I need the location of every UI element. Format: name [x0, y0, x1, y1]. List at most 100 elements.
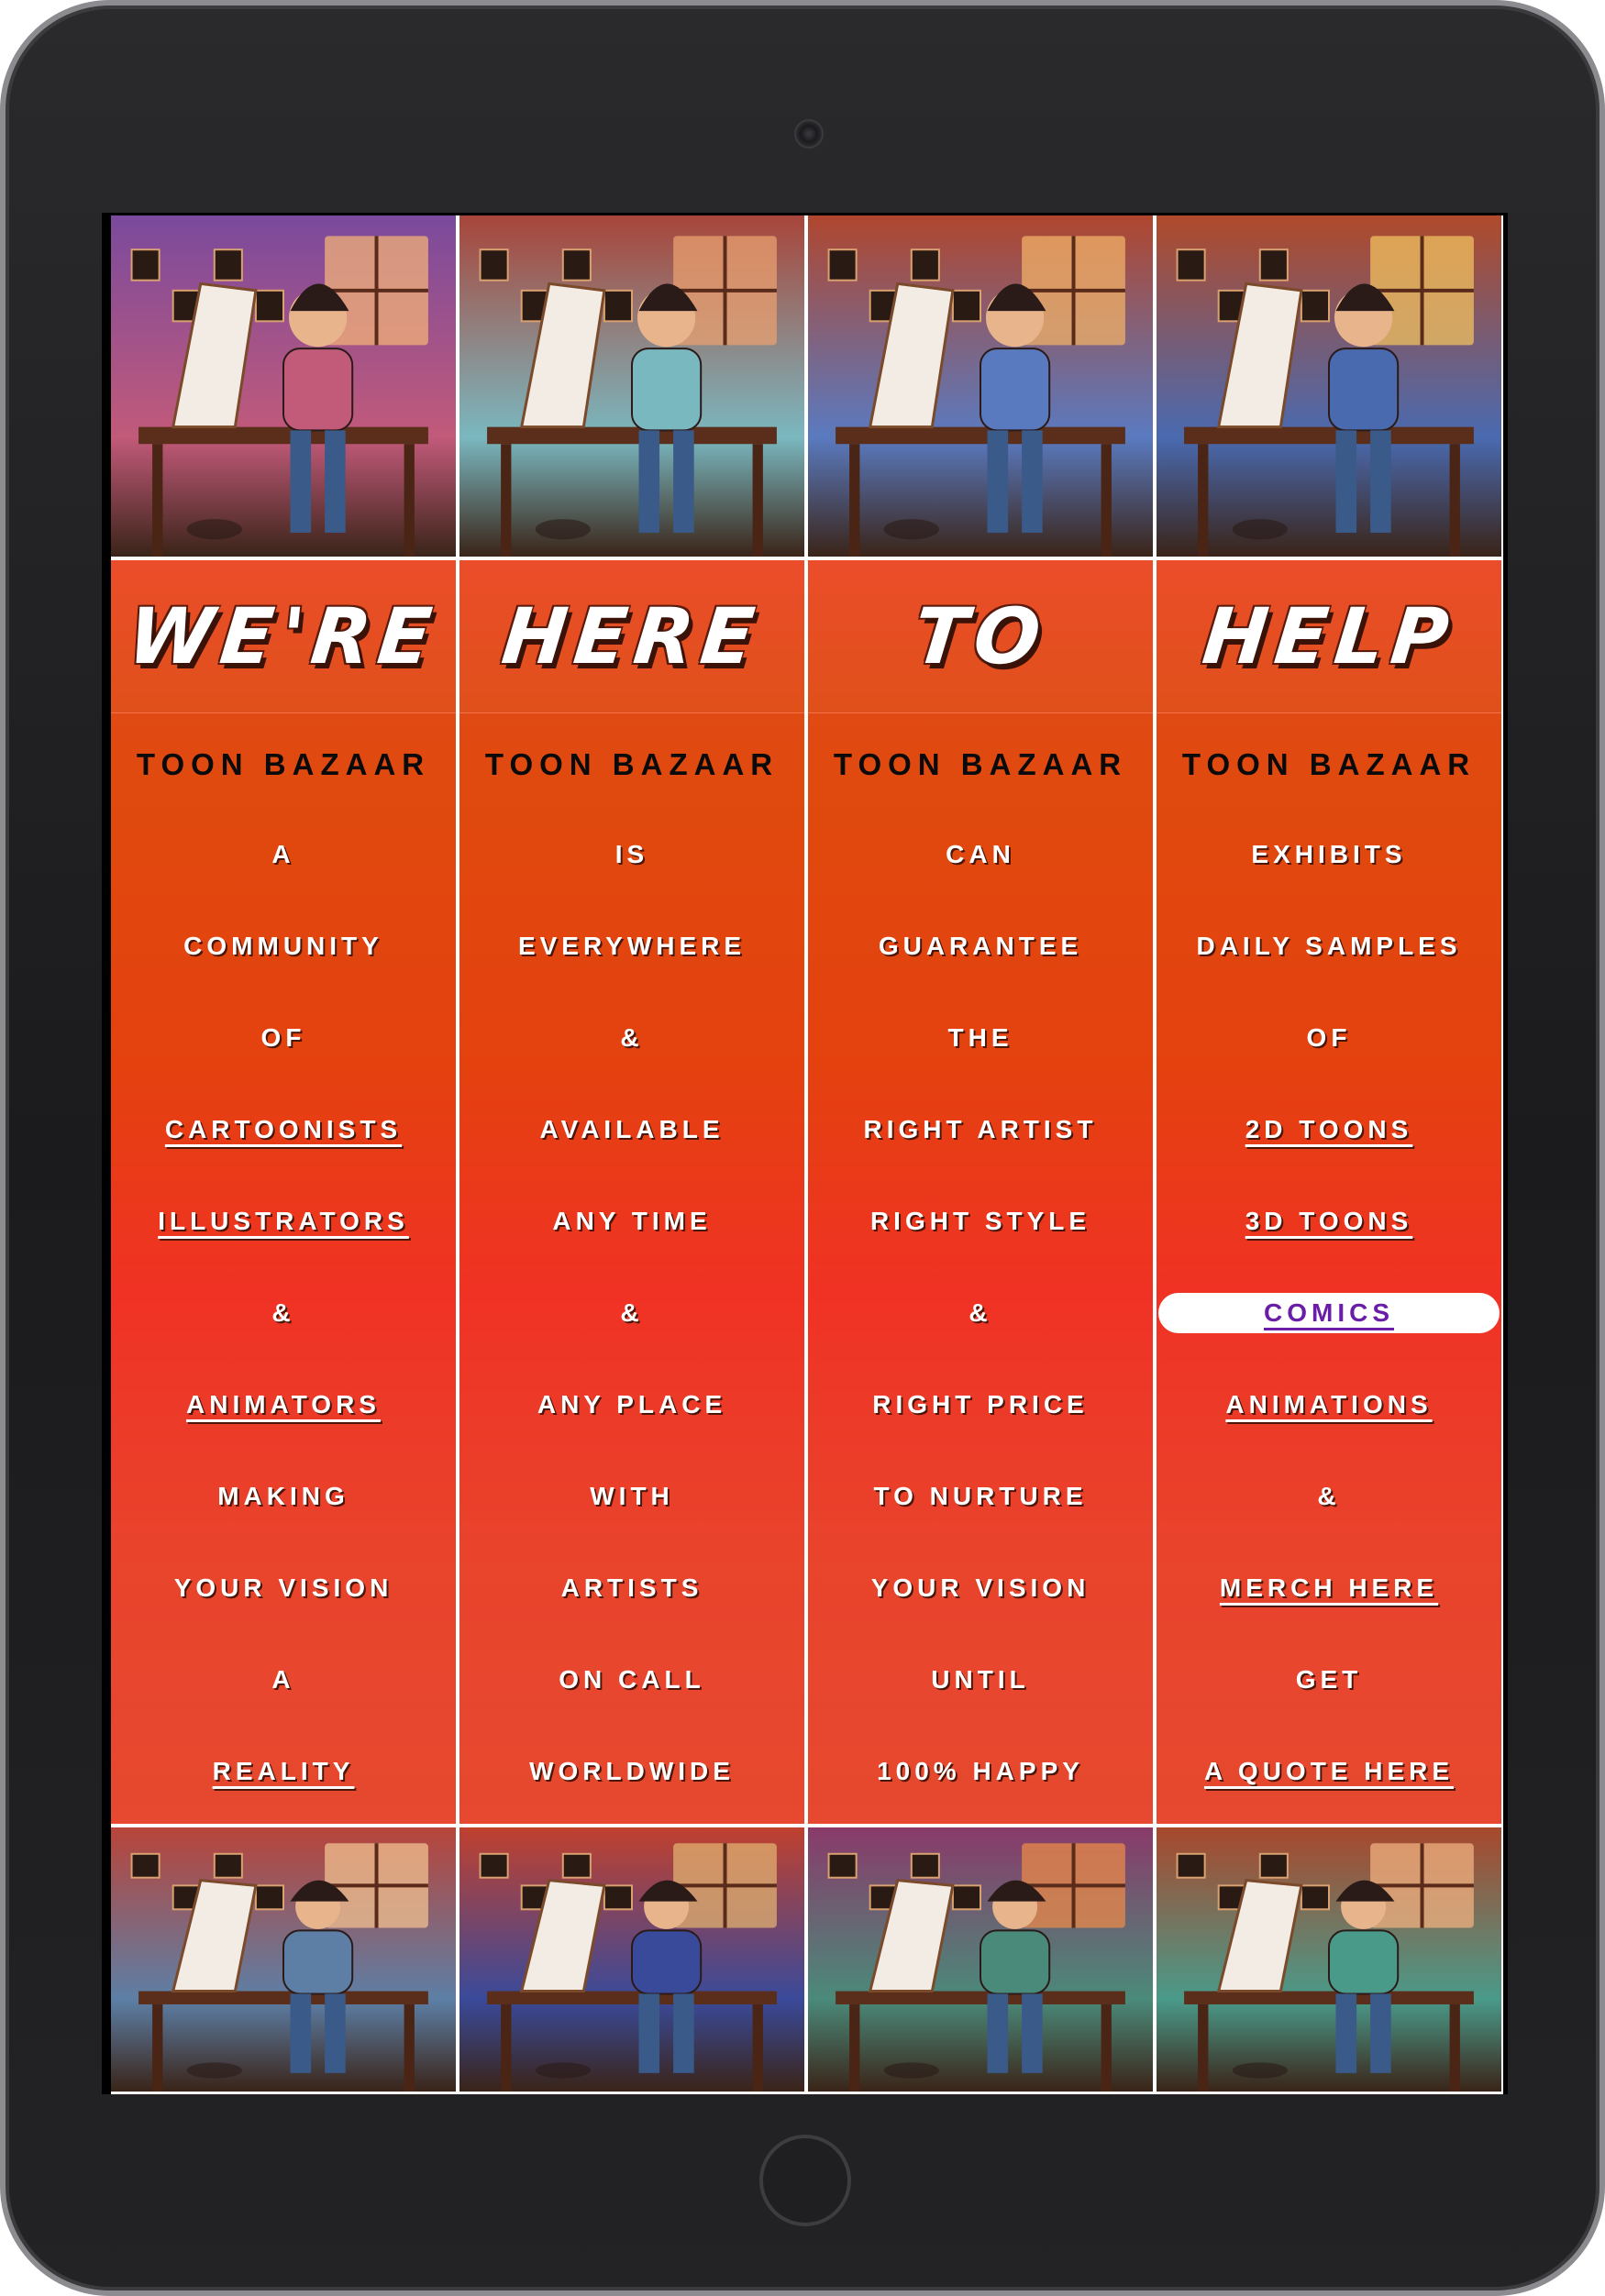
- text-line: ON CALL: [459, 1634, 804, 1726]
- text-line: &: [111, 1267, 456, 1359]
- text-lines-4: EXHIBITS DAILY SAMPLES OF 2D TOONS 3D TOONS C…: [1157, 809, 1501, 1817]
- line-label: CAN: [946, 840, 1015, 868]
- line-label: THE: [947, 1023, 1013, 1052]
- text-line: UNTIL: [808, 1634, 1153, 1726]
- text-line: GET: [1157, 1634, 1501, 1726]
- text-line: ARTISTS: [459, 1542, 804, 1634]
- headline-band-3: TO: [808, 560, 1153, 713]
- headline-band-1: WE'RE: [111, 560, 456, 713]
- text-line: &: [459, 1267, 804, 1359]
- punk-artist-painting-illustration: [808, 1827, 1153, 2092]
- link-a-quote-here[interactable]: A QUOTE HERE: [1157, 1726, 1501, 1817]
- content-grid: WE'RE TOON BAZAAR A COMMUNITY OF CARTOONISTS I…: [111, 215, 1503, 2094]
- text-line: YOUR VISION: [808, 1542, 1153, 1634]
- link-label: 3D TOONS: [1245, 1207, 1413, 1235]
- text-line: A: [111, 809, 456, 900]
- text-lines-1: A COMMUNITY OF CARTOONISTS ILLUSTRATORS & ANIM…: [111, 809, 456, 1817]
- text-line: ANY PLACE: [459, 1359, 804, 1451]
- bottom-artwork-2: [459, 1827, 804, 2092]
- text-line: &: [459, 992, 804, 1084]
- link-label: ANIMATIONS: [1225, 1390, 1433, 1418]
- text-line: OF: [111, 992, 456, 1084]
- link-label: 2D TOONS: [1245, 1115, 1413, 1143]
- link-reality[interactable]: REALITY: [111, 1726, 456, 1817]
- line-label: &: [1317, 1482, 1341, 1510]
- line-label: A: [271, 1665, 295, 1694]
- headline-word-1: WE'RE: [123, 591, 444, 681]
- column-2: HERE TOON BAZAAR IS EVERYWHERE & AVAILABLE ANY…: [459, 215, 804, 2094]
- link-label: REALITY: [212, 1757, 355, 1785]
- artist-woman-painting-canvas-illustration: [1157, 215, 1501, 557]
- text-lines-3: CAN GUARANTEE THE RIGHT ARTIST RIGHT STYLE & R…: [808, 809, 1153, 1817]
- column-1: WE'RE TOON BAZAAR A COMMUNITY OF CARTOONISTS I…: [111, 215, 456, 2094]
- text-line: ANY TIME: [459, 1176, 804, 1267]
- line-label: COMMUNITY: [183, 932, 383, 960]
- link-cartoonists[interactable]: CARTOONISTS: [111, 1084, 456, 1176]
- line-label: 100% HAPPY: [877, 1757, 1084, 1785]
- link-label: MERCH HERE: [1219, 1573, 1439, 1602]
- headline-band-4: HELP: [1157, 560, 1501, 713]
- line-label: OF: [260, 1023, 306, 1052]
- home-button-icon[interactable]: [759, 2135, 851, 2226]
- link-label: CARTOONISTS: [164, 1115, 403, 1143]
- text-line: EVERYWHERE: [459, 900, 804, 992]
- top-artwork-4: [1157, 215, 1501, 557]
- link-label: A QUOTE HERE: [1203, 1757, 1455, 1785]
- line-label: RIGHT PRICE: [872, 1390, 1089, 1418]
- text-line: OF: [1157, 992, 1501, 1084]
- link-merch-here[interactable]: MERCH HERE: [1157, 1542, 1501, 1634]
- top-artwork-2: [459, 215, 804, 557]
- line-label: &: [271, 1298, 295, 1327]
- tablet-frame: WE'RE TOON BAZAAR A COMMUNITY OF CARTOONISTS I…: [0, 0, 1605, 2296]
- bottom-artwork-1: [111, 1827, 456, 2092]
- artist-woman-at-desk-illustration: [111, 215, 456, 557]
- artist-girl-at-easel-illustration: [111, 1827, 456, 2092]
- text-line: A: [111, 1634, 456, 1726]
- headline-word-3: TO: [909, 591, 1052, 681]
- link-3d-toons[interactable]: 3D TOONS: [1157, 1176, 1501, 1267]
- column-4: HELP TOON BAZAAR EXHIBITS DAILY SAMPLES OF 2D…: [1157, 215, 1501, 2094]
- line-label: WORLDWIDE: [529, 1757, 735, 1785]
- link-animators[interactable]: ANIMATORS: [111, 1359, 456, 1451]
- line-label: WITH: [590, 1482, 674, 1510]
- text-line: CAN: [808, 809, 1153, 900]
- line-label: IS: [614, 840, 649, 868]
- text-line: WORLDWIDE: [459, 1726, 804, 1817]
- link-illustrators[interactable]: ILLUSTRATORS: [111, 1176, 456, 1267]
- camera-icon: [794, 119, 824, 149]
- link-comics[interactable]: COMICS: [1157, 1267, 1501, 1359]
- text-line: GUARANTEE: [808, 900, 1153, 992]
- tablet-screen: WE'RE TOON BAZAAR A COMMUNITY OF CARTOONISTS I…: [102, 213, 1508, 2094]
- line-label: MAKING: [217, 1482, 349, 1510]
- line-label: RIGHT ARTIST: [863, 1115, 1098, 1143]
- bottom-artwork-3: [808, 1827, 1153, 2092]
- text-panel-3: TO TOON BAZAAR CAN GUARANTEE THE RIGHT ARTIST…: [808, 560, 1153, 1824]
- text-line: &: [1157, 1451, 1501, 1542]
- headline-word-2: HERE: [497, 591, 767, 681]
- line-label: ANY TIME: [552, 1207, 712, 1235]
- brand-name-2: TOON BAZAAR: [484, 747, 780, 781]
- brand-name-4: TOON BAZAAR: [1181, 747, 1477, 781]
- line-label: YOUR VISION: [870, 1573, 1090, 1602]
- artist-man-sketching-illustration: [459, 1827, 804, 2092]
- text-line: DAILY SAMPLES: [1157, 900, 1501, 992]
- link-animations[interactable]: ANIMATIONS: [1157, 1359, 1501, 1451]
- text-line: WITH: [459, 1451, 804, 1542]
- text-line: EXHIBITS: [1157, 809, 1501, 900]
- line-label: &: [969, 1298, 992, 1327]
- line-label: EVERYWHERE: [517, 932, 747, 960]
- line-label: RIGHT STYLE: [869, 1207, 1091, 1235]
- line-label: &: [620, 1023, 644, 1052]
- text-line: MAKING: [111, 1451, 456, 1542]
- artist-woman-drawing-tablet-illustration: [459, 215, 804, 557]
- top-artwork-3: [808, 215, 1153, 557]
- line-label: AVAILABLE: [539, 1115, 725, 1143]
- text-line: IS: [459, 809, 804, 900]
- text-line: RIGHT PRICE: [808, 1359, 1153, 1451]
- line-label: OF: [1306, 1023, 1352, 1052]
- text-panel-4: HELP TOON BAZAAR EXHIBITS DAILY SAMPLES OF 2D…: [1157, 560, 1501, 1824]
- brand-name-1: TOON BAZAAR: [136, 747, 431, 781]
- line-label: TO NURTURE: [873, 1482, 1088, 1510]
- link-2d-toons[interactable]: 2D TOONS: [1157, 1084, 1501, 1176]
- brand-name-3: TOON BAZAAR: [833, 747, 1128, 781]
